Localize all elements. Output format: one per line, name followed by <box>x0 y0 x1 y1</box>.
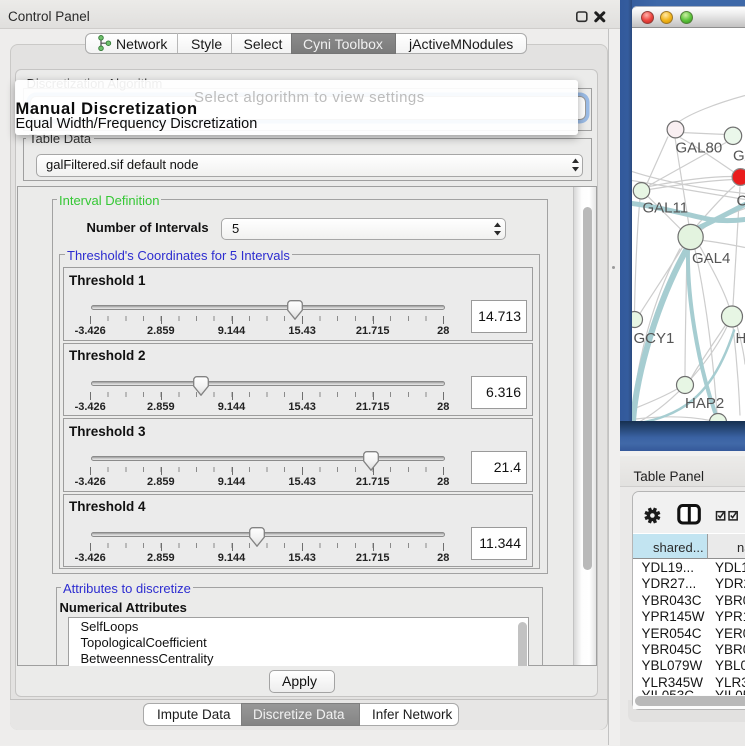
svg-text:GAL80: GAL80 <box>676 139 723 156</box>
svg-text:GAL11: GAL11 <box>643 199 689 216</box>
svg-text:HAP2: HAP2 <box>685 395 724 412</box>
svg-text:HA: HA <box>736 330 745 347</box>
svg-text:GA: GA <box>733 147 745 164</box>
svg-text:GAL4: GAL4 <box>692 250 730 267</box>
svg-text:CR: CR <box>737 192 745 209</box>
svg-text:GCY1: GCY1 <box>634 330 675 347</box>
